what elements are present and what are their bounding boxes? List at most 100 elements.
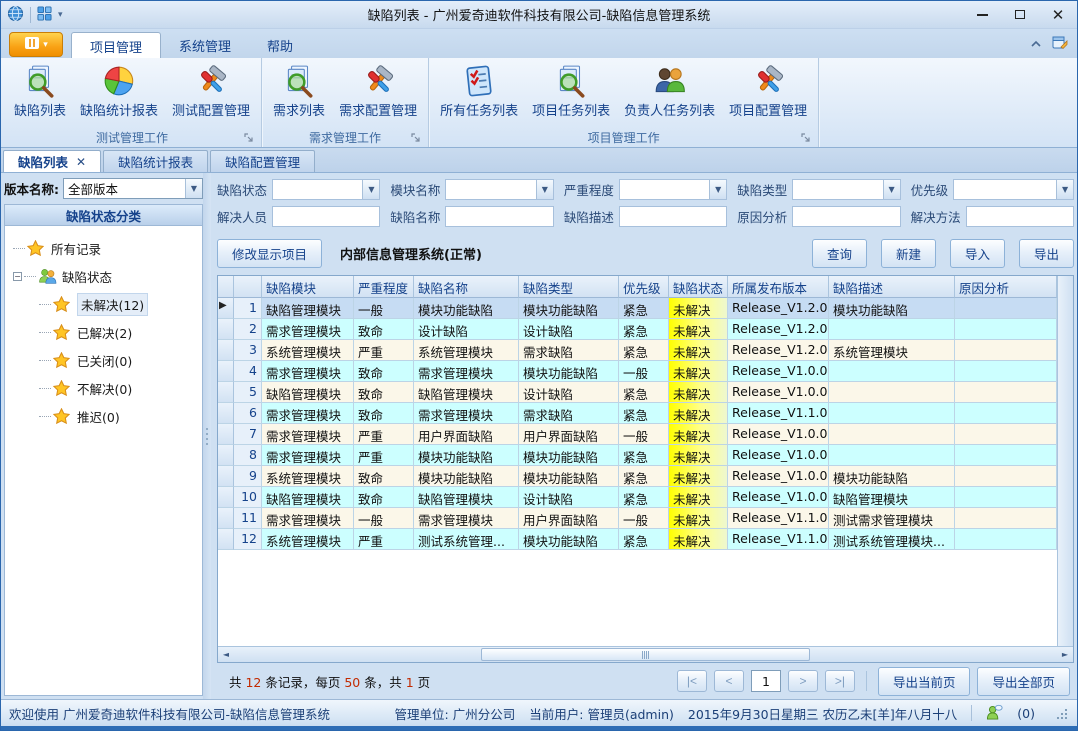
apps-grid-icon[interactable]: [37, 6, 52, 24]
table-row[interactable]: 4需求管理模块致命需求管理模块模块功能缺陷一般未解决Release_V1.0.0: [218, 361, 1057, 382]
grid-cell-severity[interactable]: 致命: [354, 319, 414, 340]
ribbon-button[interactable]: 负责人任务列表: [617, 60, 722, 122]
window-switch-icon[interactable]: [1051, 33, 1069, 54]
filter-select[interactable]: ▼: [792, 179, 900, 200]
grid-cell-status[interactable]: 未解决: [669, 340, 728, 361]
grid-cell-status[interactable]: 未解决: [669, 361, 728, 382]
next-page-button[interactable]: >: [788, 670, 818, 692]
ribbon-button[interactable]: 缺陷统计报表: [73, 60, 165, 122]
grid-cell-cause[interactable]: [955, 403, 1057, 424]
scroll-left-icon[interactable]: ◄: [218, 647, 234, 662]
grid-cell-module[interactable]: 需求管理模块: [262, 424, 354, 445]
table-row[interactable]: 8需求管理模块严重模块功能缺陷模块功能缺陷紧急未解决Release_V1.0.0: [218, 445, 1057, 466]
grid-cell-status[interactable]: 未解决: [669, 529, 728, 550]
grid-cell-release[interactable]: Release_V1.2.0: [728, 340, 829, 361]
dialog-launcher-icon[interactable]: [800, 132, 812, 144]
row-indicator[interactable]: [218, 382, 234, 403]
grid-cell-module[interactable]: 需求管理模块: [262, 508, 354, 529]
grid-cell-type[interactable]: 需求缺陷: [519, 340, 619, 361]
grid-cell-status[interactable]: 未解决: [669, 298, 728, 319]
grid-cell-cause[interactable]: [955, 445, 1057, 466]
dialog-launcher-icon[interactable]: [410, 132, 422, 144]
resize-grip[interactable]: [1055, 707, 1067, 719]
grid-cell-release[interactable]: Release_V1.0.0: [728, 424, 829, 445]
row-number[interactable]: 11: [234, 508, 262, 529]
grid-cell-desc[interactable]: [829, 445, 955, 466]
grid-cell-name[interactable]: 用户界面缺陷: [414, 424, 519, 445]
grid-cell-desc[interactable]: 模块功能缺陷: [829, 298, 955, 319]
grid-cell-name[interactable]: 缺陷管理模块: [414, 487, 519, 508]
filter-input[interactable]: [792, 206, 900, 227]
last-page-button[interactable]: >|: [825, 670, 855, 692]
tree-item[interactable]: 已解决(2): [13, 318, 200, 346]
tree-expander-icon[interactable]: −: [13, 272, 22, 281]
grid-cell-release[interactable]: Release_V1.0.0: [728, 487, 829, 508]
document-tab[interactable]: 缺陷配置管理: [210, 150, 315, 172]
grid-cell-type[interactable]: 需求缺陷: [519, 403, 619, 424]
grid-cell-desc[interactable]: 模块功能缺陷: [829, 466, 955, 487]
row-indicator[interactable]: ▶: [218, 298, 234, 319]
column-header[interactable]: 缺陷名称: [414, 276, 519, 298]
grid-cell-release[interactable]: Release_V1.2.0: [728, 298, 829, 319]
person-bubble-icon[interactable]: [986, 704, 1003, 723]
row-number[interactable]: 10: [234, 487, 262, 508]
export-current-page-button[interactable]: 导出当前页: [878, 667, 971, 696]
grid-cell-desc[interactable]: 系统管理模块: [829, 340, 955, 361]
grid-cell-name[interactable]: 模块功能缺陷: [414, 445, 519, 466]
grid-cell-name[interactable]: 模块功能缺陷: [414, 298, 519, 319]
row-indicator[interactable]: [218, 319, 234, 340]
filter-select[interactable]: ▼: [953, 179, 1074, 200]
column-header[interactable]: 优先级: [619, 276, 669, 298]
grid-cell-cause[interactable]: [955, 319, 1057, 340]
chevron-down-icon[interactable]: ▼: [362, 180, 379, 199]
chevron-down-icon[interactable]: ▼: [883, 180, 900, 199]
row-number[interactable]: 12: [234, 529, 262, 550]
tree-item[interactable]: 不解决(0): [13, 374, 200, 402]
grid-cell-status[interactable]: 未解决: [669, 508, 728, 529]
ribbon-button[interactable]: 需求配置管理: [332, 60, 424, 122]
row-number[interactable]: 4: [234, 361, 262, 382]
column-header[interactable]: [234, 276, 262, 298]
grid-cell-severity[interactable]: 一般: [354, 298, 414, 319]
grid-cell-cause[interactable]: [955, 298, 1057, 319]
grid-cell-status[interactable]: 未解决: [669, 424, 728, 445]
grid-cell-release[interactable]: Release_V1.0.0: [728, 445, 829, 466]
chevron-down-icon[interactable]: ▼: [709, 180, 726, 199]
filter-select[interactable]: ▼: [619, 179, 727, 200]
table-row[interactable]: 11需求管理模块一般需求管理模块用户界面缺陷一般未解决Release_V1.1.…: [218, 508, 1057, 529]
table-row[interactable]: ▶1缺陷管理模块一般模块功能缺陷模块功能缺陷紧急未解决Release_V1.2.…: [218, 298, 1057, 319]
grid-cell-desc[interactable]: [829, 361, 955, 382]
grid-cell-type[interactable]: 用户界面缺陷: [519, 508, 619, 529]
filter-input[interactable]: [619, 206, 727, 227]
grid-cell-type[interactable]: 用户界面缺陷: [519, 424, 619, 445]
grid-cell-desc[interactable]: 测试系统管理模块...: [829, 529, 955, 550]
column-header[interactable]: 缺陷类型: [519, 276, 619, 298]
maximize-button[interactable]: [1001, 3, 1039, 27]
grid-cell-cause[interactable]: [955, 361, 1057, 382]
chevron-down-icon[interactable]: ▼: [185, 179, 202, 198]
grid-cell-status[interactable]: 未解决: [669, 382, 728, 403]
grid-cell-module[interactable]: 缺陷管理模块: [262, 298, 354, 319]
grid-cell-release[interactable]: Release_V1.1.0: [728, 403, 829, 424]
filter-input[interactable]: [445, 206, 553, 227]
grid-cell-priority[interactable]: 紧急: [619, 319, 669, 340]
grid-cell-name[interactable]: 需求管理模块: [414, 508, 519, 529]
row-indicator[interactable]: [218, 340, 234, 361]
row-indicator[interactable]: [218, 424, 234, 445]
grid-cell-desc[interactable]: 缺陷管理模块: [829, 487, 955, 508]
action-button[interactable]: 新建: [881, 239, 936, 268]
table-row[interactable]: 5缺陷管理模块致命缺陷管理模块设计缺陷紧急未解决Release_V1.0.0: [218, 382, 1057, 403]
scroll-right-icon[interactable]: ►: [1057, 647, 1073, 662]
ribbon-tab[interactable]: 项目管理: [71, 32, 161, 58]
grid-cell-severity[interactable]: 严重: [354, 424, 414, 445]
row-number[interactable]: 9: [234, 466, 262, 487]
first-page-button[interactable]: |<: [677, 670, 707, 692]
grid-cell-module[interactable]: 缺陷管理模块: [262, 487, 354, 508]
version-select[interactable]: 全部版本 ▼: [63, 178, 203, 199]
collapse-ribbon-icon[interactable]: [1029, 39, 1043, 49]
tree-item[interactable]: −缺陷状态: [13, 262, 200, 290]
grid-cell-priority[interactable]: 一般: [619, 508, 669, 529]
grid-cell-type[interactable]: 模块功能缺陷: [519, 529, 619, 550]
modify-columns-button[interactable]: 修改显示项目: [217, 239, 322, 268]
grid-cell-type[interactable]: 模块功能缺陷: [519, 445, 619, 466]
